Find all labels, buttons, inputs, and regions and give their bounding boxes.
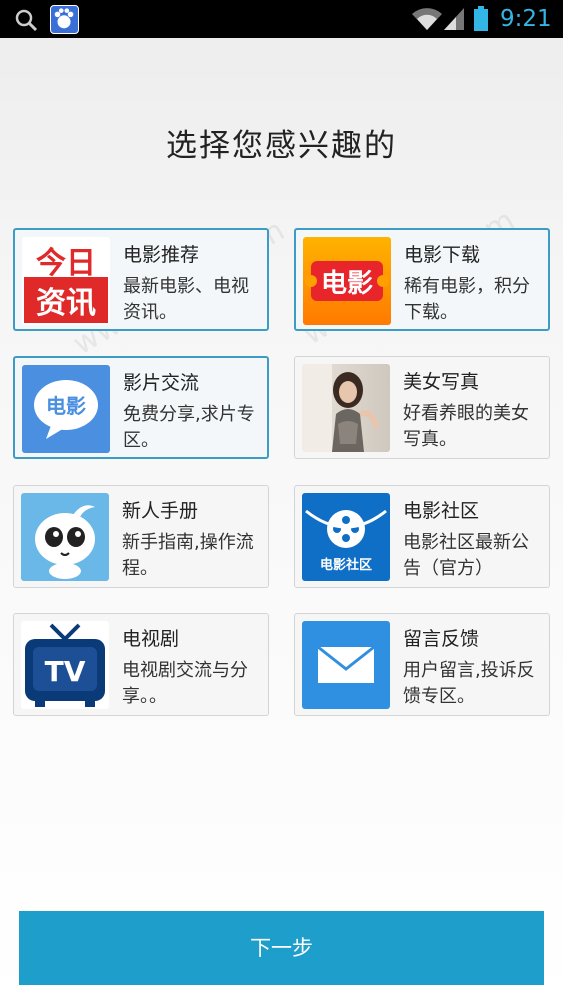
card-newbie-guide[interactable]: 新人手册 新手指南,操作流程。: [13, 485, 269, 588]
card-title: 影片交流: [123, 372, 200, 394]
page-title: 选择您感兴趣的: [166, 128, 397, 164]
battery-icon: [474, 6, 488, 31]
card-desc: 电影社区最新公告（官方）: [403, 532, 529, 579]
status-bar: 9:21: [0, 0, 563, 38]
status-time: 9:21: [500, 6, 552, 32]
jinri-zixun-logo: 今日 资讯: [22, 237, 110, 325]
logo-text: 电影社区: [320, 557, 372, 573]
logo-text: 今日: [36, 246, 96, 281]
film-reel-icon: 电影社区: [302, 493, 390, 581]
card-desc: 用户留言,投诉反馈专区。: [403, 660, 535, 707]
card-title: 电视剧: [122, 628, 180, 650]
card-desc: 电视剧交流与分享。。: [122, 660, 248, 707]
card-movie-recommend[interactable]: 今日 资讯 电影推荐 最新电影、电视资讯。: [13, 228, 269, 331]
signal-icon: [444, 8, 464, 30]
next-button[interactable]: 下一步: [19, 911, 544, 985]
card-desc: 免费分享,求片专区。: [123, 404, 255, 451]
dianying-bubble-icon: 电影: [22, 365, 110, 453]
card-film-exchange[interactable]: 电影 影片交流 免费分享,求片专区。: [13, 356, 269, 459]
card-movie-download[interactable]: 电影 电影下载 稀有电影，积分下载。: [294, 228, 550, 331]
card-title: 电影推荐: [123, 244, 200, 266]
search-icon: [15, 9, 38, 32]
card-title: 美女写真: [403, 371, 480, 393]
cartoon-mascot-icon: [21, 493, 109, 581]
card-title: 新人手册: [122, 500, 199, 522]
card-title: 留言反馈: [403, 628, 480, 650]
card-movie-community[interactable]: 电影社区 电影社区 电影社区最新公告（官方）: [294, 485, 550, 588]
card-desc: 稀有电影，积分下载。: [404, 276, 530, 323]
baidu-icon: [50, 5, 79, 34]
logo-text: 电影: [321, 269, 373, 299]
card-title: 电影社区: [403, 500, 480, 522]
card-desc: 新手指南,操作流程。: [122, 532, 254, 579]
logo-text: TV: [45, 655, 86, 688]
card-beauty-photos[interactable]: 美女写真 好看养眼的美女写真。: [294, 356, 550, 459]
logo-text: 资讯: [36, 286, 96, 321]
card-title: 电影下载: [404, 244, 481, 266]
card-feedback[interactable]: 留言反馈 用户留言,投诉反馈专区。: [294, 613, 550, 716]
mail-icon: [302, 621, 390, 709]
logo-text: 电影: [46, 394, 86, 418]
photo-thumbnail: [302, 364, 390, 452]
wifi-icon: [412, 8, 442, 31]
card-desc: 好看养眼的美女写真。: [403, 403, 529, 450]
card-tv-series[interactable]: TV 电视剧 电视剧交流与分享。。: [13, 613, 269, 716]
dianying-ticket-icon: 电影: [303, 237, 391, 325]
tv-icon: TV: [21, 621, 109, 709]
card-desc: 最新电影、电视资讯。: [123, 276, 249, 323]
